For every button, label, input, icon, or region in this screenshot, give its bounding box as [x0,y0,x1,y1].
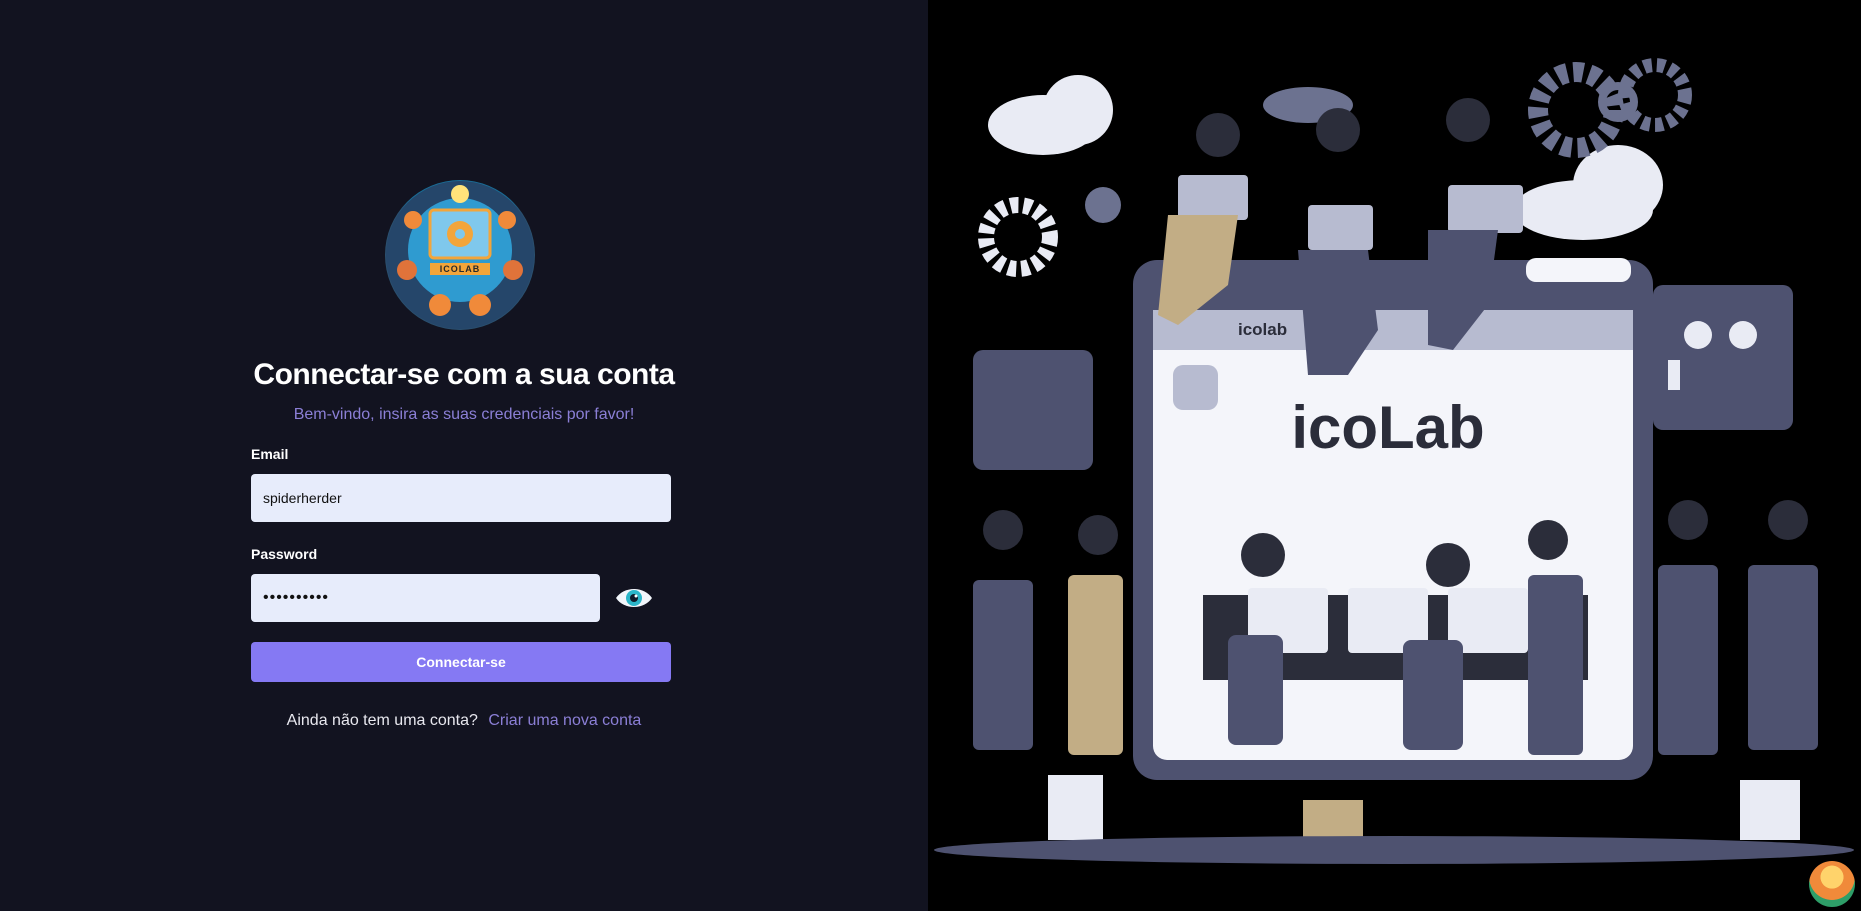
email-label: Email [251,446,289,462]
corner-badge-icon[interactable] [1809,861,1855,907]
signup-row: Ainda não tem uma conta? Criar uma nova … [0,712,928,730]
screen-tab-text: icolab [1238,320,1287,339]
illustration-panel: icolab icoLab [928,0,1861,911]
email-field[interactable] [251,474,671,522]
create-account-link[interactable]: Criar uma nova conta [488,712,641,729]
login-button[interactable]: Connectar-se [251,642,671,682]
password-field[interactable] [251,574,600,622]
icolab-logo: ICOLAB [385,180,535,330]
eye-icon[interactable] [614,578,654,618]
logo-badge-text: ICOLAB [430,263,490,275]
page-title: Connectar-se com a sua conta [253,358,675,391]
login-panel: ICOLAB Connectar-se com a sua conta Bem-… [0,0,928,911]
signup-question: Ainda não tem uma conta? [286,712,478,729]
password-label: Password [251,546,318,562]
team-illustration: icolab icoLab [934,58,1854,864]
screen-title-text: icoLab [1291,394,1484,461]
logo-artwork [386,181,534,329]
page-subtitle: Bem-vindo, insira as suas credenciais po… [293,406,635,423]
